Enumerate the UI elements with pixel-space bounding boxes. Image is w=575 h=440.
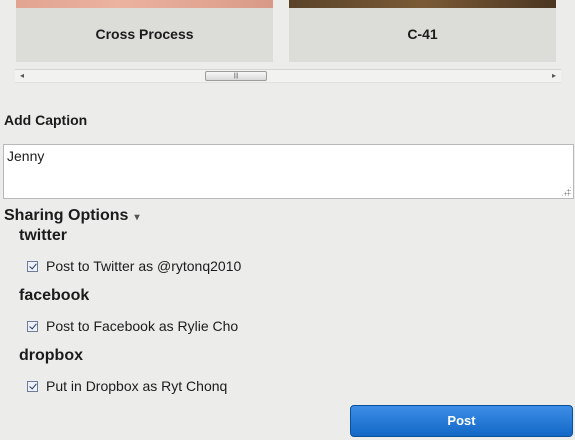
facebook-option[interactable]: Post to Facebook as Rylie Cho xyxy=(27,318,238,334)
facebook-checkbox[interactable] xyxy=(27,320,38,332)
filter-label: C-41 xyxy=(407,26,438,42)
scroll-left-arrow-icon[interactable]: ◂ xyxy=(15,70,29,82)
sharing-options-title: Sharing Options xyxy=(4,207,129,224)
filter-label: Cross Process xyxy=(95,26,194,42)
add-caption-label: Add Caption xyxy=(4,112,88,128)
dropbox-checkbox[interactable] xyxy=(27,380,38,392)
twitter-option-label: Post to Twitter as @rytonq2010 xyxy=(46,258,242,274)
filter-card-c41[interactable]: C-41 xyxy=(289,0,556,62)
twitter-checkbox[interactable] xyxy=(27,260,38,272)
filter-thumbnail xyxy=(16,0,273,8)
service-heading-facebook: facebook xyxy=(19,287,90,304)
scroll-thumb[interactable]: ||| xyxy=(205,71,267,81)
dropbox-option[interactable]: Put in Dropbox as Ryt Chonq xyxy=(27,378,227,394)
service-heading-dropbox: dropbox xyxy=(19,347,83,364)
service-heading-twitter: twitter xyxy=(19,227,67,244)
filter-card-cross-process[interactable]: Cross Process xyxy=(16,0,273,62)
caption-input[interactable] xyxy=(3,144,574,199)
twitter-option[interactable]: Post to Twitter as @rytonq2010 xyxy=(27,258,241,274)
dropbox-option-label: Put in Dropbox as Ryt Chonq xyxy=(46,378,228,394)
scroll-right-arrow-icon[interactable]: ▸ xyxy=(547,70,561,82)
sharing-options-toggle[interactable]: Sharing Options ▾ xyxy=(4,207,139,225)
filter-thumbnail xyxy=(289,0,556,8)
post-button[interactable]: Post xyxy=(350,405,573,437)
chevron-down-icon: ▾ xyxy=(134,211,140,223)
filter-scrollbar[interactable]: ◂ ||| ▸ xyxy=(15,69,561,83)
facebook-option-label: Post to Facebook as Rylie Cho xyxy=(46,318,239,334)
